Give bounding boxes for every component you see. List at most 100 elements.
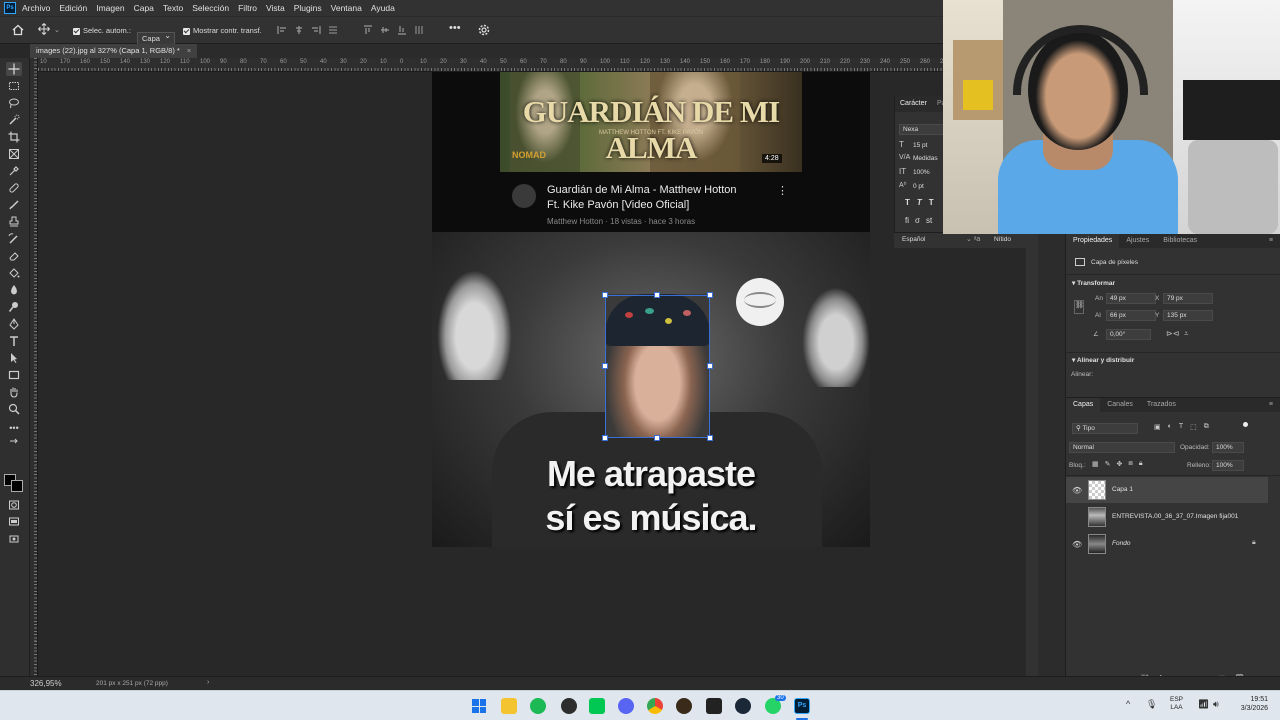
clock[interactable]: 19:51 3/3/2026	[1230, 695, 1268, 713]
paint-bucket-tool[interactable]	[6, 266, 22, 280]
file-explorer-icon[interactable]	[501, 698, 517, 714]
tab-trazados[interactable]: Trazados	[1140, 398, 1183, 412]
layer-row-entrevista[interactable]: ENTREVISTA.00_36_37_07.Imagen fija001	[1066, 504, 1268, 530]
flip-horizontal-icon[interactable]: ⊳⊲	[1166, 329, 1179, 338]
artboard-tool[interactable]	[6, 532, 22, 546]
tab-bibliotecas[interactable]: Bibliotecas	[1156, 234, 1204, 248]
baseline-value[interactable]: 0 pt	[913, 183, 924, 190]
menu-capa[interactable]: Capa	[134, 3, 154, 13]
davinci-icon[interactable]	[561, 698, 577, 714]
transform-handle-bl[interactable]	[602, 435, 608, 441]
steam-icon[interactable]	[735, 698, 751, 714]
status-arrow-icon[interactable]: ›	[207, 679, 209, 686]
opacity-field[interactable]: 100%	[1212, 442, 1244, 453]
align-bottom-icon[interactable]	[397, 25, 407, 37]
gear-icon[interactable]	[478, 24, 490, 38]
volume-icon[interactable]: 🔊︎	[1213, 699, 1219, 710]
show-transform-checkbox[interactable]: Mostrar contr. transf.	[183, 26, 262, 35]
lock-all-icon[interactable]: 🔒︎	[1139, 460, 1143, 468]
align-section-title[interactable]: ▾ Alinear y distribuir	[1072, 356, 1134, 364]
link-icon[interactable]: ⛓	[1074, 300, 1084, 314]
align-hcenter-icon[interactable]	[294, 25, 304, 37]
close-icon[interactable]: ×	[187, 46, 191, 55]
lock-artboard-icon[interactable]: ⧈	[1128, 460, 1132, 468]
vertical-scale-value[interactable]: 100%	[913, 169, 930, 176]
history-brush-tool[interactable]	[6, 232, 22, 246]
menu-archivo[interactable]: Archivo	[22, 3, 50, 13]
tab-canales[interactable]: Canales	[1100, 398, 1140, 412]
auto-select-checkbox[interactable]: Selec. autom.:	[73, 26, 131, 35]
menu-filtro[interactable]: Filtro	[238, 3, 257, 13]
italic-t-icon[interactable]: T	[917, 198, 922, 207]
quick-mask-tool[interactable]	[6, 498, 22, 512]
eye-icon[interactable]: 👁︎	[1072, 540, 1082, 549]
more-options-icon[interactable]: •••	[449, 22, 461, 34]
distribute-icon[interactable]	[328, 25, 338, 37]
hidden-visibility-toggle[interactable]	[1072, 513, 1080, 521]
auto-select-dropdown[interactable]: Capa	[137, 31, 175, 45]
kerning-value[interactable]: Medidas	[913, 155, 938, 162]
align-right-icon[interactable]	[311, 25, 321, 37]
eraser-tool[interactable]	[6, 249, 22, 263]
discord-icon[interactable]	[618, 698, 634, 714]
tab-capas[interactable]: Capas	[1066, 398, 1101, 412]
menu-seleccion[interactable]: Selección	[192, 3, 229, 13]
bold-t-icon[interactable]: T	[905, 198, 910, 207]
width-field[interactable]: 49 px	[1106, 293, 1156, 304]
eye-icon[interactable]: 👁︎	[1072, 486, 1082, 495]
layers-menu-icon[interactable]: ≡	[1262, 398, 1280, 412]
layer-name[interactable]: ENTREVISTA.00_36_37_07.Imagen fija001	[1112, 513, 1238, 520]
microphone-icon[interactable]: 🎙︎	[1146, 699, 1157, 710]
crop-tool[interactable]	[6, 130, 22, 144]
font-family-field[interactable]: Nexa	[899, 124, 944, 135]
menu-vista[interactable]: Vista	[266, 3, 285, 13]
layer-row-fondo[interactable]: 👁︎ Fondo 🔒︎	[1066, 531, 1268, 557]
transform-handle-tl[interactable]	[602, 292, 608, 298]
ruler-vertical[interactable]	[30, 58, 38, 676]
swap-colors-icon[interactable]	[6, 437, 22, 451]
filter-smart-icon[interactable]: ⧉	[1204, 423, 1209, 431]
x-field[interactable]: 79 px	[1163, 293, 1213, 304]
menu-ayuda[interactable]: Ayuda	[371, 3, 395, 13]
lock-position-icon[interactable]: ✥	[1117, 460, 1123, 468]
language-indicator[interactable]: ESP LAA	[1170, 696, 1183, 712]
windows-start-icon[interactable]	[472, 699, 486, 713]
tab-propiedades[interactable]: Propiedades	[1066, 234, 1120, 248]
edit-toolbar-icon[interactable]: •••	[6, 421, 22, 435]
filter-toggle[interactable]	[1243, 422, 1248, 427]
fill-field[interactable]: 100%	[1212, 460, 1244, 471]
zoom-level[interactable]: 326,95%	[30, 679, 62, 688]
filter-shape-icon[interactable]: ⬚	[1190, 423, 1197, 431]
lock-paint-icon[interactable]: ✎	[1105, 460, 1111, 468]
panel-menu-icon[interactable]: ≡	[1262, 234, 1280, 248]
transform-handle-br[interactable]	[707, 435, 713, 441]
height-field[interactable]: 66 px	[1106, 310, 1156, 321]
align-vcenter-icon[interactable]	[380, 25, 390, 37]
distribute-v-icon[interactable]	[414, 25, 424, 37]
pen-tool[interactable]	[6, 317, 22, 331]
tab-caracter[interactable]: Carácter	[900, 100, 927, 107]
wifi-icon[interactable]: 📶︎	[1198, 699, 1209, 710]
layer-filter-dropdown[interactable]: ⚲ Tipo	[1072, 423, 1138, 434]
capcut-icon[interactable]	[589, 698, 605, 714]
transform-handle-t[interactable]	[654, 292, 660, 298]
blend-mode-dropdown[interactable]: Normal	[1069, 442, 1175, 453]
menu-plugins[interactable]: Plugins	[294, 3, 322, 13]
menu-texto[interactable]: Texto	[163, 3, 183, 13]
spotify-icon[interactable]	[530, 698, 546, 714]
eyedropper-tool[interactable]	[6, 164, 22, 178]
flip-vertical-icon[interactable]: ⩡	[1184, 329, 1189, 339]
background-color-swatch[interactable]	[11, 480, 23, 492]
transform-bounding-box[interactable]	[605, 295, 710, 438]
tray-chevron-up-icon[interactable]: ^	[1126, 699, 1130, 709]
filter-type-icon[interactable]: T	[1179, 423, 1183, 431]
tab-ajustes[interactable]: Ajustes	[1119, 234, 1156, 248]
menu-ventana[interactable]: Ventana	[331, 3, 362, 13]
path-select-tool[interactable]	[6, 351, 22, 365]
tab-document[interactable]: images (22).jpg al 327% (Capa 1, RGB/8) …	[30, 44, 198, 58]
align-top-icon[interactable]	[363, 25, 373, 37]
photoshop-taskbar-icon[interactable]: Ps	[794, 698, 810, 714]
transform-handle-r[interactable]	[707, 363, 713, 369]
hand-tool[interactable]	[6, 385, 22, 399]
rectangle-tool[interactable]	[6, 368, 22, 382]
